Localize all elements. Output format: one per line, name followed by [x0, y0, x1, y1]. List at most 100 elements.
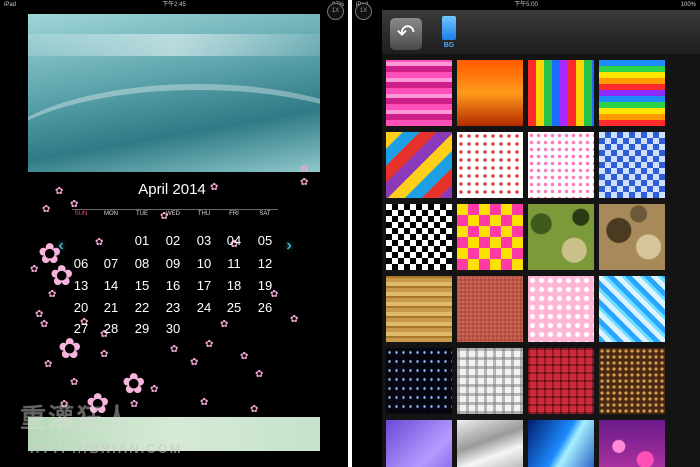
background-tile-red-plaid[interactable] [528, 348, 594, 414]
background-tile-blue-mosaic[interactable] [599, 132, 665, 198]
background-tile-red-polka-dots[interactable] [457, 132, 523, 198]
weekday-label: FRI [229, 211, 239, 217]
calendar-day[interactable]: 14 [96, 278, 126, 293]
next-month-button[interactable]: › [280, 236, 298, 256]
calendar-day[interactable]: 11 [219, 256, 249, 271]
photo-frame[interactable] [28, 14, 320, 172]
calendar-day[interactable]: 06 [66, 256, 96, 271]
weekday-label: WED [166, 211, 180, 217]
zoom-button[interactable]: 1X [327, 3, 344, 20]
background-tile-green-camouflage[interactable] [528, 204, 594, 270]
background-tile-tan-pattern[interactable] [386, 276, 452, 342]
calendar-day[interactable]: 09 [158, 256, 188, 271]
blossom-icon: ✿ [250, 404, 259, 415]
blossom-icon: ✿ [240, 351, 249, 362]
calendar-day[interactable]: 20 [66, 300, 96, 315]
tab-bg-label: BG [443, 42, 455, 49]
calendar-day[interactable]: 04 [219, 233, 249, 248]
blossom-icon: ✿ [200, 397, 209, 408]
background-tile-pink-polka-dots[interactable] [528, 132, 594, 198]
blossom-icon: ✿ [300, 177, 309, 188]
calendar-day[interactable]: 16 [158, 278, 188, 293]
background-tile-red-leather[interactable] [457, 276, 523, 342]
calendar-day[interactable]: 08 [127, 256, 157, 271]
watermark-url: HTTP://BRIAN.COM [30, 441, 183, 456]
tab-bg[interactable]: BG [438, 16, 460, 52]
background-tile-purple-gradient[interactable] [386, 420, 452, 467]
calendar-day[interactable]: 28 [96, 321, 126, 336]
calendar-day[interactable]: 27 [66, 321, 96, 336]
blossom-icon: ✿ [58, 333, 82, 364]
blossom-icon: ✿ [190, 357, 199, 368]
background-tile-grey-plaid[interactable] [457, 348, 523, 414]
status-bar: iPad 下午5:00 100% [352, 0, 700, 10]
background-tile-pink-hearts-bokeh[interactable] [599, 420, 665, 467]
calendar-day[interactable]: 24 [189, 300, 219, 315]
chevron-left-icon: ‹ [58, 237, 64, 254]
calendar-day[interactable]: 19 [250, 278, 280, 293]
calendar-title: April 2014 [138, 181, 206, 198]
blossom-icon: ✿ [40, 319, 49, 330]
calendar-day[interactable]: 21 [96, 300, 126, 315]
calendar-day[interactable]: 05 [250, 233, 280, 248]
background-tile-brown-polka-dots[interactable] [599, 348, 665, 414]
blossom-icon: ✿ [42, 204, 51, 215]
background-grid [382, 54, 700, 467]
calendar-divider [72, 209, 278, 210]
calendar-day[interactable]: 25 [219, 300, 249, 315]
weekday-label: TUE [136, 211, 148, 217]
status-time: 下午5:00 [514, 2, 538, 8]
calendar-day[interactable]: 23 [158, 300, 188, 315]
calendar-day[interactable]: 18 [219, 278, 249, 293]
background-tile-blue-light-rays[interactable] [528, 420, 594, 467]
background-tile-pink-hearts[interactable] [528, 276, 594, 342]
background-tile-silver-drape[interactable] [457, 420, 523, 467]
background-tile-diagonal-color-bands[interactable] [386, 132, 452, 198]
calendar-day[interactable]: 02 [158, 233, 188, 248]
calendar-day[interactable]: 01 [127, 233, 157, 248]
calendar-day[interactable]: 22 [127, 300, 157, 315]
calendar-day[interactable]: 26 [250, 300, 280, 315]
blossom-icon: ✿ [48, 289, 57, 300]
calendar-day[interactable]: 15 [127, 278, 157, 293]
blossom-icon: ✿ [220, 319, 229, 330]
calendar-day[interactable]: 30 [158, 321, 188, 336]
calendar-screen: iPad 下午2:45 97% 1X ✿ ✿ ✿ ✿ ✿ ✿ ✿ ✿ ✿ ✿ ✿ ✿ ✿ ✿ ✿ ✿ ✿ ✿ ✿ ✿ ✿… [0, 0, 348, 467]
calendar-day[interactable]: 12 [250, 256, 280, 271]
background-tile-rainbow-vertical-stripes[interactable] [528, 60, 594, 126]
status-bar: iPad 下午2:45 97% [0, 0, 348, 10]
calendar-day[interactable]: 10 [189, 256, 219, 271]
calendar-day[interactable]: 29 [127, 321, 157, 336]
calendar-day[interactable]: 03 [189, 233, 219, 248]
back-arrow-icon: ↶ [396, 20, 416, 45]
background-tile-pink-stripes[interactable] [386, 60, 452, 126]
calendar-day[interactable]: 17 [189, 278, 219, 293]
blossom-icon: ✿ [170, 344, 179, 355]
background-tile-brown-camouflage[interactable] [599, 204, 665, 270]
blossom-icon: ✿ [290, 314, 299, 325]
bg-icon [442, 16, 456, 40]
blossom-icon: ✿ [205, 339, 214, 350]
blossom-icon: ✿ [255, 369, 264, 380]
battery-level: 100% [680, 2, 696, 8]
blossom-icon: ✿ [95, 237, 104, 248]
prev-month-button[interactable]: ‹ [52, 236, 70, 256]
back-button[interactable]: ↶ [390, 18, 422, 50]
background-tile-orange-gradient[interactable] [457, 60, 523, 126]
background-picker-screen: iPad 下午5:00 100% 1X ↶ BG [352, 0, 700, 467]
background-tile-starry-night[interactable] [386, 348, 452, 414]
background-tile-colorful-squares[interactable] [457, 204, 523, 270]
zoom-button[interactable]: 1X [355, 3, 372, 20]
blossom-icon: ✿ [122, 368, 146, 399]
background-tile-black-white-checker[interactable] [386, 204, 452, 270]
status-time: 下午2:45 [162, 2, 186, 8]
blossom-icon: ✿ [55, 186, 64, 197]
blossom-icon: ✿ [100, 349, 109, 360]
calendar-day[interactable]: 07 [96, 256, 126, 271]
background-tile-rainbow-horizontal-stripes[interactable] [599, 60, 665, 126]
calendar-day[interactable]: 13 [66, 278, 96, 293]
background-tile-blue-diagonal-stripes[interactable] [599, 276, 665, 342]
toolbar [382, 10, 700, 54]
weekday-label: MON [104, 211, 118, 217]
blossom-icon: ✿ [30, 264, 39, 275]
